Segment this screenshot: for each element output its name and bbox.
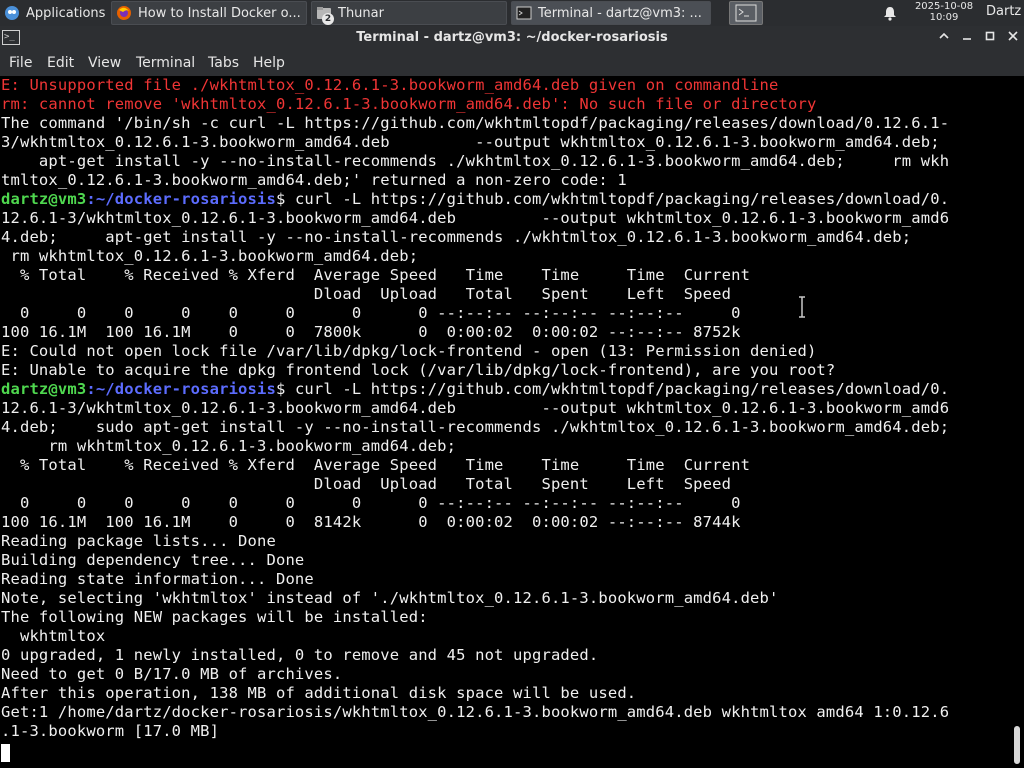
terminal-line: The following NEW packages will be insta… xyxy=(1,608,428,626)
chevron-up-icon xyxy=(939,32,949,39)
terminal-line: 0 0 0 0 0 0 0 0 --:--:-- --:--:-- --:--:… xyxy=(1,304,741,322)
clock-time: 10:09 xyxy=(929,12,959,23)
terminal-line: apt-get install -y --no-install-recommen… xyxy=(1,152,950,170)
terminal-line: Building dependency tree... Done xyxy=(1,551,305,569)
menu-file[interactable]: File xyxy=(9,55,32,71)
terminal-line: 12.6.1-3/wkhtmltox_0.12.6.1-3.bookworm_a… xyxy=(1,399,950,417)
clock[interactable]: 2025-10-08 10:09 xyxy=(908,1,980,23)
close-button[interactable] xyxy=(1003,28,1023,48)
menu-help[interactable]: Help xyxy=(253,55,285,71)
terminal-line: Reading state information... Done xyxy=(1,570,314,588)
close-icon xyxy=(1008,31,1018,41)
terminal-line: 12.6.1-3/wkhtmltox_0.12.6.1-3.bookworm_a… xyxy=(1,209,950,227)
menu-bar: File Edit View Terminal Tabs Help xyxy=(0,50,1024,76)
terminal-cursor xyxy=(1,744,10,762)
window-titlebar[interactable]: >_ Terminal - dartz@vm3: ~/docker-rosari… xyxy=(0,26,1024,50)
user-menu[interactable]: Dartz xyxy=(986,4,1021,19)
minimize-icon xyxy=(963,38,971,40)
applications-menu-button[interactable]: Applications xyxy=(0,1,108,25)
terminal-line-error: E: Unsupported file ./wkhtmltox_0.12.6.1… xyxy=(1,76,779,94)
menu-tabs[interactable]: Tabs xyxy=(208,55,239,71)
terminal-line: 3/wkhtmltox_0.12.6.1-3.bookworm_amd64.de… xyxy=(1,133,940,151)
terminal-line: Reading package lists... Done xyxy=(1,532,276,550)
menu-terminal[interactable]: Terminal xyxy=(136,55,195,71)
terminal-line: Note, selecting 'wkhtmltox' instead of '… xyxy=(1,589,779,607)
taskbar-item-label: Terminal - dartz@vm3: ... xyxy=(538,5,702,21)
terminal-line: Get:1 /home/dartz/docker-rosariosis/wkht… xyxy=(1,703,950,721)
window-title: Terminal - dartz@vm3: ~/docker-rosariosi… xyxy=(356,30,668,45)
prompt-user-host: dartz@vm3 xyxy=(1,380,87,398)
prompt-path: :~/docker-rosariosis xyxy=(86,190,276,208)
taskbar: Applications How to Install Docker o... … xyxy=(0,0,1024,26)
ibeam-cursor-icon xyxy=(799,296,805,318)
terminal-prompt-line: dartz@vm3:~/docker-rosariosis$ curl -L h… xyxy=(1,190,949,209)
prompt-user-host: dartz@vm3 xyxy=(1,190,87,208)
terminal-launcher-icon xyxy=(735,4,757,22)
terminal-line: Dload Upload Total Spent Left Speed xyxy=(1,285,732,303)
terminal-line: wkhtmltox xyxy=(1,627,106,645)
prompt-command: curl -L https://github.com/wkhtmltopdf/p… xyxy=(285,380,950,398)
terminal-line: 100 16.1M 100 16.1M 0 0 7800k 0 0:00:02 … xyxy=(1,323,741,341)
terminal-line: After this operation, 138 MB of addition… xyxy=(1,684,637,702)
taskbar-item-terminal[interactable]: Terminal - dartz@vm3: ... xyxy=(511,1,711,25)
window-count-badge: 2 xyxy=(322,13,334,25)
terminal-line: .1-3.bookworm [17.0 MB] xyxy=(1,722,220,740)
terminal-line: E: Could not open lock file /var/lib/dpk… xyxy=(1,342,817,360)
terminal-line: rm wkhtmltox_0.12.6.1-3.bookworm_amd64.d… xyxy=(1,437,457,455)
scrollbar-track[interactable] xyxy=(1010,76,1024,768)
xfce-logo-icon xyxy=(4,5,20,21)
terminal-line: % Total % Received % Xferd Average Speed… xyxy=(1,456,751,474)
shade-window-button[interactable] xyxy=(934,28,954,48)
terminal-line: The command '/bin/sh -c curl -L https://… xyxy=(1,114,950,132)
terminal-prompt-line: dartz@vm3:~/docker-rosariosis$ curl -L h… xyxy=(1,380,949,399)
prompt-path: :~/docker-rosariosis xyxy=(86,380,276,398)
minimize-button[interactable] xyxy=(957,28,977,48)
terminal-line: Need to get 0 B/17.0 MB of archives. xyxy=(1,665,343,683)
menu-edit[interactable]: Edit xyxy=(47,55,74,71)
bell-icon xyxy=(884,6,896,21)
terminal-line: 4.deb; apt-get install -y --no-install-r… xyxy=(1,228,912,246)
taskbar-item-label: How to Install Docker o... xyxy=(138,5,301,21)
terminal-line: % Total % Received % Xferd Average Speed… xyxy=(1,266,751,284)
terminal-line: tmltox_0.12.6.1-3.bookworm_amd64.deb;' r… xyxy=(1,171,627,189)
applications-menu-label: Applications xyxy=(26,5,106,21)
scrollbar-thumb[interactable] xyxy=(1014,726,1020,764)
terminal-line: Dload Upload Total Spent Left Speed xyxy=(1,475,732,493)
notifications-button[interactable] xyxy=(878,1,902,25)
taskbar-item-firefox[interactable]: How to Install Docker o... xyxy=(111,1,307,25)
taskbar-item-label: Thunar xyxy=(338,5,384,21)
launch-terminal-button[interactable] xyxy=(729,1,763,25)
prompt-command: curl -L https://github.com/wkhtmltopdf/p… xyxy=(285,190,950,208)
terminal-line: E: Unable to acquire the dpkg frontend l… xyxy=(1,361,836,379)
menu-view[interactable]: View xyxy=(88,55,121,71)
terminal-line: 100 16.1M 100 16.1M 0 0 8142k 0 0:00:02 … xyxy=(1,513,741,531)
firefox-icon xyxy=(116,5,132,21)
maximize-icon xyxy=(985,31,995,41)
terminal-line-error: rm: cannot remove 'wkhtmltox_0.12.6.1-3.… xyxy=(1,95,817,113)
terminal-line: 4.deb; sudo apt-get install -y --no-inst… xyxy=(1,418,950,436)
terminal-line: 0 0 0 0 0 0 0 0 --:--:-- --:--:-- --:--:… xyxy=(1,494,741,512)
terminal-line: 0 upgraded, 1 newly installed, 0 to remo… xyxy=(1,646,599,664)
terminal-line: rm wkhtmltox_0.12.6.1-3.bookworm_amd64.d… xyxy=(1,247,419,265)
taskbar-item-thunar[interactable]: Thunar xyxy=(311,1,507,25)
maximize-button[interactable] xyxy=(980,28,1000,48)
clock-date: 2025-10-08 xyxy=(914,1,974,12)
terminal-icon xyxy=(516,5,532,21)
